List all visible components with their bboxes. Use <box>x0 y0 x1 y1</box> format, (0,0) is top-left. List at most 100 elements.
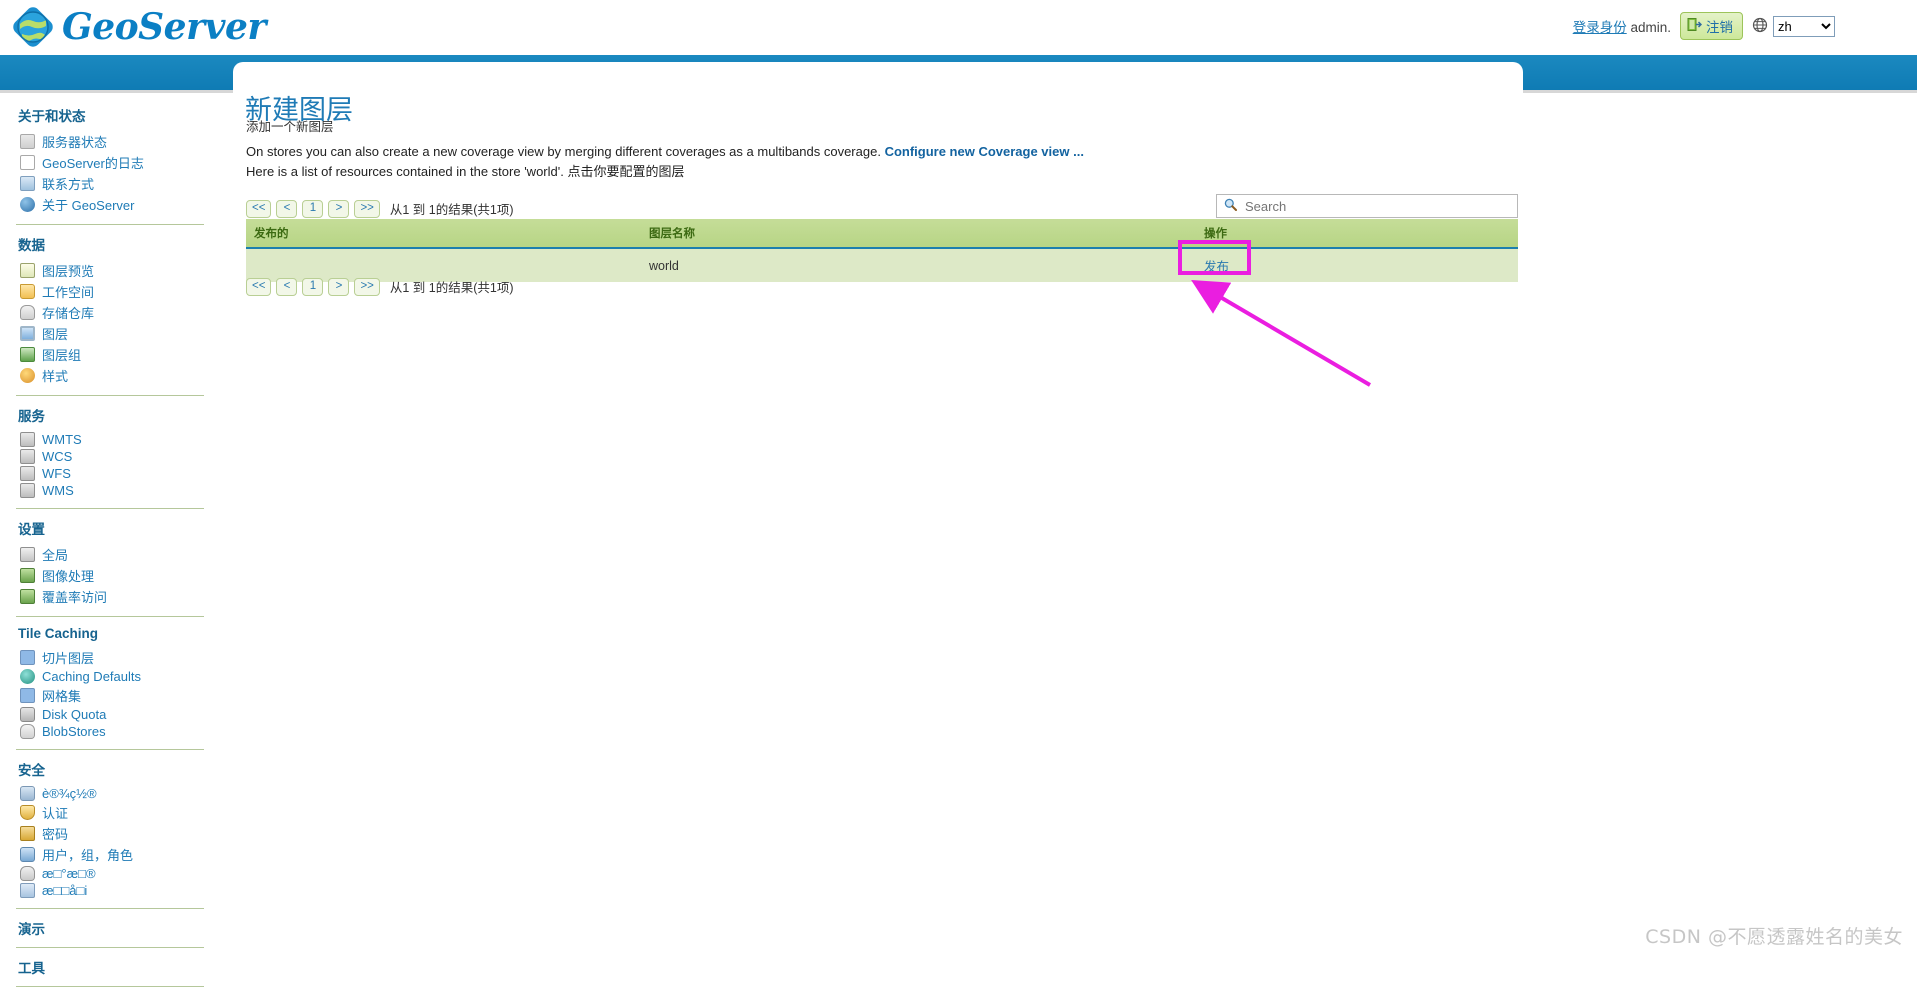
pager-last-button[interactable]: >> <box>354 199 380 218</box>
sidebar-item-service-wfs[interactable]: WFS <box>16 465 226 482</box>
sidebar-item-label: 服务器状态 <box>42 135 108 150</box>
palette-icon <box>20 368 35 383</box>
logout-button[interactable]: 注销 <box>1680 12 1743 40</box>
tile-layers-icon <box>20 650 35 665</box>
sidebar-group-5: 安全 è®¾ç½® 认证密码用户，组，角色 æ□°æ□® æ□□å□i <box>16 759 226 899</box>
sidebar-item-document[interactable]: GeoServer的日志 <box>16 152 226 173</box>
sidebar-divider <box>16 908 204 909</box>
sidebar-item-service-wms[interactable]: WMS <box>16 482 226 499</box>
pager-prev-button[interactable]: < <box>276 199 298 218</box>
sidebar-item-label: WMS <box>42 483 74 498</box>
shield-auth-icon <box>20 805 35 820</box>
sidebar-item-caching-globe[interactable]: Caching Defaults <box>16 668 226 685</box>
sidebar-group-title: Tile Caching <box>18 626 99 641</box>
sidebar-item-lock-password[interactable]: 密码 <box>16 823 226 844</box>
sidebar-group-7: 工具 <box>16 957 226 977</box>
layers-table: 发布的 图层名称 操作 world 发布 <box>246 219 1518 282</box>
search-box[interactable] <box>1216 194 1518 218</box>
search-input[interactable] <box>1243 197 1510 215</box>
sidebar-item-contact-card[interactable]: 联系方式 <box>16 173 226 194</box>
sidebar-item-data-security[interactable]: æ□°æ□® <box>16 865 226 882</box>
wrench-settings-icon <box>20 786 35 801</box>
sidebar-item-help-circle[interactable]: 关于 GeoServer <box>16 194 226 215</box>
sidebar-divider <box>16 508 204 509</box>
sidebar-item-layer-preview[interactable]: 图层预览 <box>16 260 226 281</box>
brand-logo-area[interactable]: GeoServer <box>10 4 266 50</box>
sidebar-group-title: 服务 <box>18 409 45 424</box>
column-header-published[interactable]: 发布的 <box>246 219 641 249</box>
sidebar-item-label: BlobStores <box>42 724 106 739</box>
language-selector-area: zhendefres <box>1752 15 1835 37</box>
search-icon <box>1224 198 1237 214</box>
service-security-icon <box>20 883 35 898</box>
gridsets-icon <box>20 688 35 703</box>
sidebar-item-wrench-settings[interactable]: è®¾ç½® <box>16 785 226 802</box>
database-store-icon <box>20 305 35 320</box>
users-groups-roles-icon <box>20 847 35 862</box>
sidebar-item-label: WFS <box>42 466 71 481</box>
sidebar-item-folder[interactable]: 工作空间 <box>16 281 226 302</box>
pager-last-button-bottom[interactable]: >> <box>354 277 380 296</box>
pager-next-button-bottom[interactable]: > <box>328 277 350 296</box>
sidebar-item-tile-layers[interactable]: 切片图层 <box>16 647 226 668</box>
sidebar-group-title: 关于和状态 <box>18 109 86 124</box>
sidebar-item-warning-server[interactable]: 服务器状态 <box>16 131 226 152</box>
help-circle-icon <box>20 197 35 212</box>
sidebar-item-disk-quota[interactable]: Disk Quota <box>16 706 226 723</box>
sidebar-item-label: 网格集 <box>42 689 82 704</box>
sidebar-divider <box>16 395 204 396</box>
sidebar-item-label: 全局 <box>42 548 69 563</box>
sidebar-group-title: 数据 <box>18 238 45 253</box>
sidebar-item-label: 联系方式 <box>42 177 95 192</box>
sidebar-item-label: 用户，组，角色 <box>42 848 134 863</box>
sidebar-group-1: 数据图层预览 工作空间存储仓库图层 图层组 样式 <box>16 234 226 386</box>
app-header: GeoServer 登录身份 admin. 注销 zh <box>0 0 1917 55</box>
warning-server-icon <box>20 134 35 149</box>
column-header-action[interactable]: 操作 <box>1196 219 1518 249</box>
sidebar-item-label: GeoServer的日志 <box>42 156 144 171</box>
image-processing-icon <box>20 568 35 583</box>
sidebar-item-database-store[interactable]: 存储仓库 <box>16 302 226 323</box>
layer-preview-icon <box>20 263 35 278</box>
sidebar-item-service-security[interactable]: æ□□å□i <box>16 882 226 899</box>
description-line-2: Here is a list of resources contained in… <box>246 164 685 180</box>
sidebar-group-title: 工具 <box>18 961 45 976</box>
description-text: On stores you can also create a new cove… <box>246 144 881 159</box>
sidebar-item-service-wcs[interactable]: WCS <box>16 448 226 465</box>
sidebar-item-layer-group[interactable]: 图层组 <box>16 344 226 365</box>
pager-page-1-button-bottom[interactable]: 1 <box>302 277 324 296</box>
pager-page-1-button[interactable]: 1 <box>302 199 324 218</box>
sidebar-item-label: 图像处理 <box>42 569 95 584</box>
sidebar-item-label: 存储仓库 <box>42 306 95 321</box>
column-header-layer-name[interactable]: 图层名称 <box>641 219 1196 249</box>
pager-first-button[interactable]: << <box>246 199 272 218</box>
sidebar-item-gridsets[interactable]: 网格集 <box>16 685 226 706</box>
sidebar-item-service-wmts[interactable]: WMTS <box>16 431 226 448</box>
sidebar-item-coverage-access[interactable]: 覆盖率访问 <box>16 586 226 607</box>
sidebar-item-global-settings[interactable]: 全局 <box>16 544 226 565</box>
sidebar-item-label: 认证 <box>42 806 69 821</box>
sidebar-item-label: WMTS <box>42 432 82 447</box>
caching-globe-icon <box>20 669 35 684</box>
sidebar-divider <box>16 616 204 617</box>
blobstores-icon <box>20 724 35 739</box>
header-user-controls: 登录身份 admin. 注销 zhendefres <box>1573 12 1835 40</box>
sidebar-item-image-processing[interactable]: 图像处理 <box>16 565 226 586</box>
pager-first-button-bottom[interactable]: << <box>246 277 272 296</box>
publish-link[interactable]: 发布 <box>1204 260 1229 274</box>
cell-action: 发布 <box>1196 248 1518 282</box>
sidebar-item-blobstores[interactable]: BlobStores <box>16 723 226 740</box>
sidebar-item-label: è®¾ç½® <box>42 786 97 801</box>
sidebar-item-label: 覆盖率访问 <box>42 590 108 605</box>
sidebar-group-title: 安全 <box>18 763 45 778</box>
sidebar-item-users-groups-roles[interactable]: 用户，组，角色 <box>16 844 226 865</box>
language-select[interactable]: zhendefres <box>1773 15 1835 37</box>
service-wfs-icon <box>20 466 35 481</box>
pager-next-button[interactable]: > <box>328 199 350 218</box>
sidebar-item-palette[interactable]: 样式 <box>16 365 226 386</box>
sidebar-item-shield-auth[interactable]: 认证 <box>16 802 226 823</box>
pager-prev-button-bottom[interactable]: < <box>276 277 298 296</box>
sidebar-item-layer[interactable]: 图层 <box>16 323 226 344</box>
geoserver-globe-icon <box>10 4 56 50</box>
configure-coverage-view-link[interactable]: Configure new Coverage view ... <box>885 144 1084 159</box>
